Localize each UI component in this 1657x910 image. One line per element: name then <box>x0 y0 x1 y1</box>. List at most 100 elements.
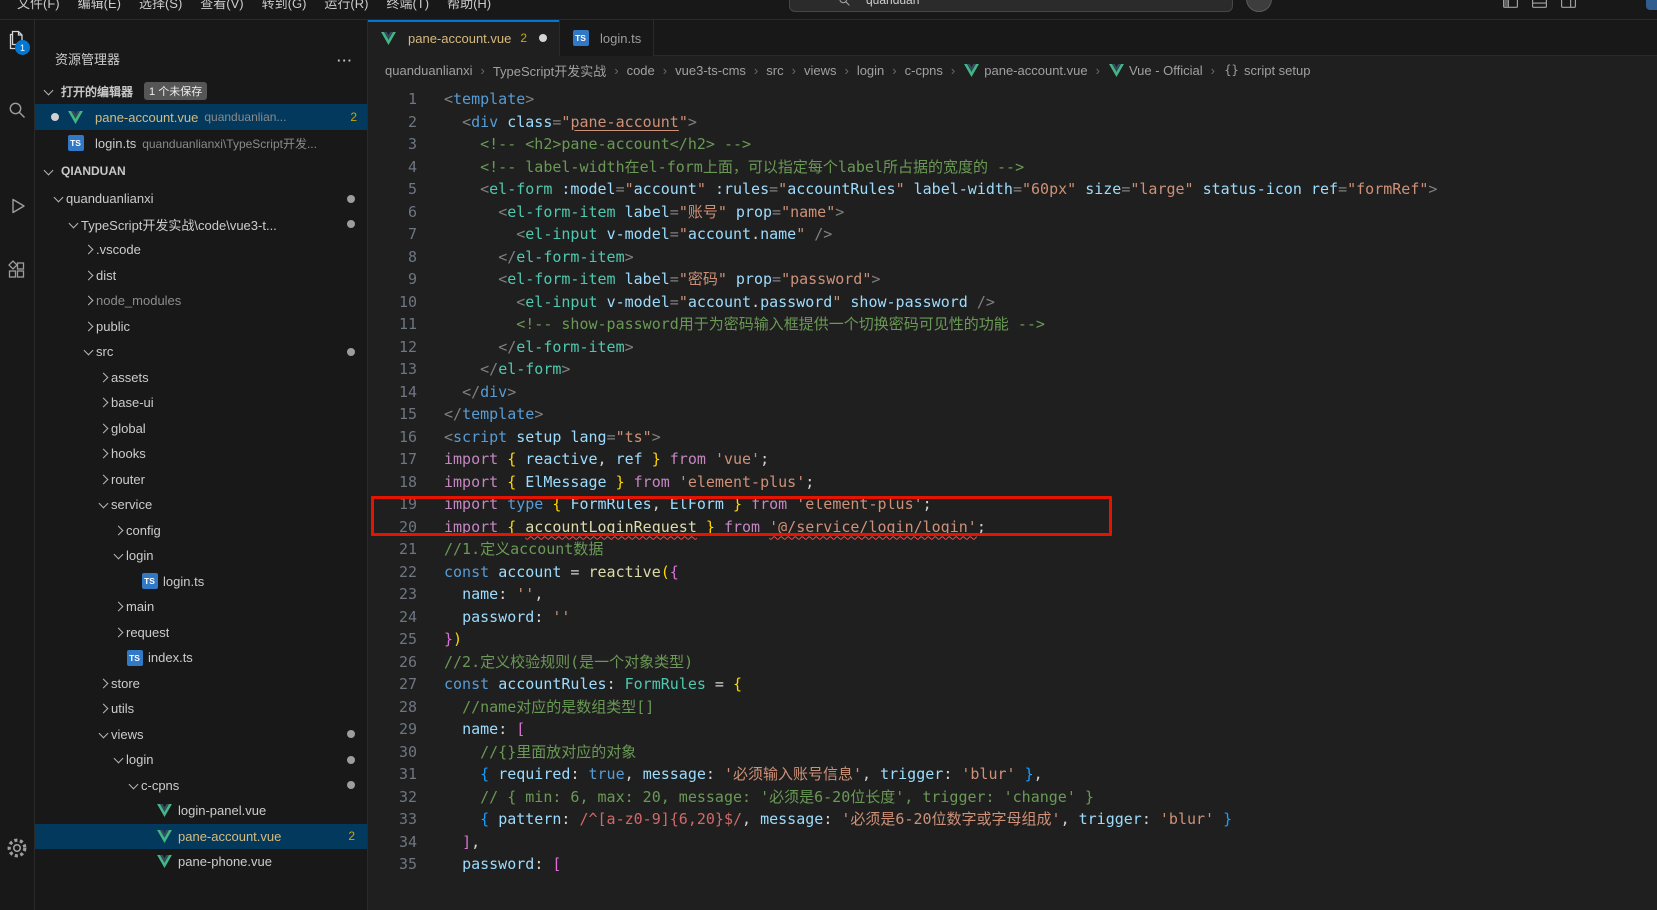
open-editor-pane-account.vue[interactable]: pane-account.vue quanduanlian... 2 <box>35 104 367 130</box>
tree-item-node_modules[interactable]: node_modules <box>35 288 367 314</box>
code-line-24[interactable]: 24 password: '' <box>368 606 1657 629</box>
breadcrumb-item-pane-account.vue[interactable]: pane-account.vue <box>963 63 1088 78</box>
tree-item-global[interactable]: global <box>35 416 367 442</box>
code-line-10[interactable]: 10 <el-input v-model="account.password" … <box>368 291 1657 314</box>
breadcrumb-item-c-cpns[interactable]: c-cpns <box>905 63 943 78</box>
dirty-dot-icon[interactable] <box>539 34 548 42</box>
menubar-item-6[interactable]: 终端(T) <box>377 0 438 17</box>
code-line-17[interactable]: 17 import { reactive, ref } from 'vue'; <box>368 448 1657 471</box>
open-editor-login.ts[interactable]: TS login.ts quanduanlianxi\TypeScript开发... <box>35 130 367 156</box>
code-line-29[interactable]: 29 name: [ <box>368 718 1657 741</box>
tree-item-base-ui[interactable]: base-ui <box>35 390 367 416</box>
breadcrumb-item-TypeScript[interactable]: TypeScript开发实战 <box>493 61 606 80</box>
code-line-1[interactable]: 1 <template> <box>368 88 1657 111</box>
code-line-8[interactable]: 8 </el-form-item> <box>368 246 1657 269</box>
tree-item-utils[interactable]: utils <box>35 696 367 722</box>
breadcrumb-item-quanduanlianxi[interactable]: quanduanlianxi <box>385 63 472 78</box>
code-line-19[interactable]: 19 import type { FormRules, ElForm } from… <box>368 493 1657 516</box>
toggle-panel-icon[interactable] <box>1531 0 1548 15</box>
breadcrumb-item-login[interactable]: login <box>857 63 884 78</box>
menubar-item-3[interactable]: 查看(V) <box>191 0 252 17</box>
code-editor[interactable]: 1 <template> 2 <div class="pane-account"> 3… <box>368 84 1657 910</box>
tree-item-dist[interactable]: dist <box>35 263 367 289</box>
tree-item-login[interactable]: login <box>35 747 367 773</box>
breadcrumb-item-scriptsetup[interactable]: {} script setup <box>1223 63 1310 78</box>
search-view-icon[interactable] <box>0 92 34 127</box>
code-line-12[interactable]: 12 </el-form-item> <box>368 336 1657 359</box>
breadcrumb-item-Vue-Official[interactable]: Vue - Official <box>1108 63 1203 78</box>
tree-item-pane-phone.vue[interactable]: pane-phone.vue <box>35 849 367 875</box>
tab-login.ts[interactable]: TS login.ts <box>560 20 655 56</box>
tree-item-c-cpns[interactable]: c-cpns <box>35 773 367 799</box>
tree-item-pane-account.vue[interactable]: pane-account.vue 2 <box>35 823 367 849</box>
extensions-icon[interactable] <box>0 252 34 287</box>
code-line-33[interactable]: 33 { pattern: /^[a-z0-9]{6,20}$/, messag… <box>368 808 1657 831</box>
command-center[interactable]: quanduan <box>789 0 1233 12</box>
code-line-3[interactable]: 3 <!-- <h2>pane-account</h2> --> <box>368 133 1657 156</box>
tree-item-views[interactable]: views <box>35 722 367 748</box>
manage-gear-icon[interactable] <box>0 830 34 865</box>
tree-item-TypeScriptcodevue3-t...[interactable]: TypeScript开发实战\code\vue3-t... <box>35 212 367 238</box>
code-line-30[interactable]: 30 //{}里面放对应的对象 <box>368 741 1657 764</box>
code-line-26[interactable]: 26//2.定义校验规则(是一个对象类型) <box>368 651 1657 674</box>
code-line-15[interactable]: 15 </template> <box>368 403 1657 426</box>
titlebar-corner-icon[interactable] <box>1646 0 1657 10</box>
tree-item-service[interactable]: service <box>35 492 367 518</box>
code-line-16[interactable]: 16 <script setup lang="ts"> <box>368 426 1657 449</box>
tree-item-login.ts[interactable]: TS login.ts <box>35 569 367 595</box>
code-line-11[interactable]: 11 <!-- show-password用于为密码输入框提供一个切换密码可见性… <box>368 313 1657 336</box>
open-editors-header[interactable]: 打开的编辑器 1 个未保存 <box>35 78 367 104</box>
toggle-secondary-sidebar-icon[interactable] <box>1560 0 1577 15</box>
menubar-item-1[interactable]: 编辑(E) <box>69 0 130 17</box>
tree-item-index.ts[interactable]: TS index.ts <box>35 645 367 671</box>
code-line-25[interactable]: 25}) <box>368 628 1657 651</box>
breadcrumb-item-src[interactable]: src <box>766 63 783 78</box>
code-line-7[interactable]: 7 <el-input v-model="account.name" /> <box>368 223 1657 246</box>
code-line-4[interactable]: 4 <!-- label-width在el-form上面，可以指定每个label… <box>368 156 1657 179</box>
tree-item-store[interactable]: store <box>35 671 367 697</box>
code-line-6[interactable]: 6 <el-form-item label="账号" prop="name"> <box>368 201 1657 224</box>
tree-item-assets[interactable]: assets <box>35 365 367 391</box>
breadcrumb-item-vue3-ts-cms[interactable]: vue3-ts-cms <box>675 63 746 78</box>
tree-item-src[interactable]: src <box>35 339 367 365</box>
tree-item-router[interactable]: router <box>35 467 367 493</box>
breadcrumb-item-code[interactable]: code <box>627 63 655 78</box>
sidebar-actions-button[interactable]: ··· <box>337 53 353 68</box>
code-line-21[interactable]: 21//1.定义account数据 <box>368 538 1657 561</box>
menubar-item-5[interactable]: 运行(R) <box>315 0 377 17</box>
tree-item-request[interactable]: request <box>35 620 367 646</box>
workspace-header[interactable]: QIANDUAN <box>35 156 367 186</box>
tree-item-quanduanlianxi[interactable]: quanduanlianxi <box>35 186 367 212</box>
tree-item-public[interactable]: public <box>35 314 367 340</box>
code-line-9[interactable]: 9 <el-form-item label="密码" prop="passwor… <box>368 268 1657 291</box>
tree-item-login[interactable]: login <box>35 543 367 569</box>
menubar-item-0[interactable]: 文件(F) <box>8 0 69 17</box>
run-debug-icon[interactable] <box>0 188 34 223</box>
menubar-item-2[interactable]: 选择(S) <box>130 0 191 17</box>
tree-item-login-panel.vue[interactable]: login-panel.vue <box>35 798 367 824</box>
code-line-22[interactable]: 22 const account = reactive({ <box>368 561 1657 584</box>
code-line-35[interactable]: 35 password: [ <box>368 853 1657 876</box>
code-line-2[interactable]: 2 <div class="pane-account"> <box>368 111 1657 134</box>
tree-item-.vscode[interactable]: .vscode <box>35 237 367 263</box>
titlebar-avatar[interactable] <box>1246 0 1272 12</box>
code-line-5[interactable]: 5 <el-form :model="account" :rules="acco… <box>368 178 1657 201</box>
code-line-34[interactable]: 34 ], <box>368 831 1657 854</box>
code-line-28[interactable]: 28 //name对应的是数组类型[] <box>368 696 1657 719</box>
tree-item-config[interactable]: config <box>35 518 367 544</box>
code-line-18[interactable]: 18 import { ElMessage } from 'element-plu… <box>368 471 1657 494</box>
code-line-13[interactable]: 13 </el-form> <box>368 358 1657 381</box>
code-line-32[interactable]: 32 // { min: 6, max: 20, message: '必须是6-… <box>368 786 1657 809</box>
code-line-27[interactable]: 27 const accountRules: FormRules = { <box>368 673 1657 696</box>
menubar-item-4[interactable]: 转到(G) <box>253 0 316 17</box>
code-line-20[interactable]: 20 import { accountLoginRequest } from '@… <box>368 516 1657 539</box>
code-line-23[interactable]: 23 name: '', <box>368 583 1657 606</box>
menubar-item-7[interactable]: 帮助(H) <box>438 0 500 17</box>
breadcrumb-item-views[interactable]: views <box>804 63 837 78</box>
tree-item-hooks[interactable]: hooks <box>35 441 367 467</box>
code-line-31[interactable]: 31 { required: true, message: '必须输入账号信息'… <box>368 763 1657 786</box>
tab-pane-account.vue[interactable]: pane-account.vue 2 <box>368 20 561 56</box>
tree-item-main[interactable]: main <box>35 594 367 620</box>
code-line-14[interactable]: 14 </div> <box>368 381 1657 404</box>
toggle-sidebar-icon[interactable] <box>1502 0 1519 15</box>
